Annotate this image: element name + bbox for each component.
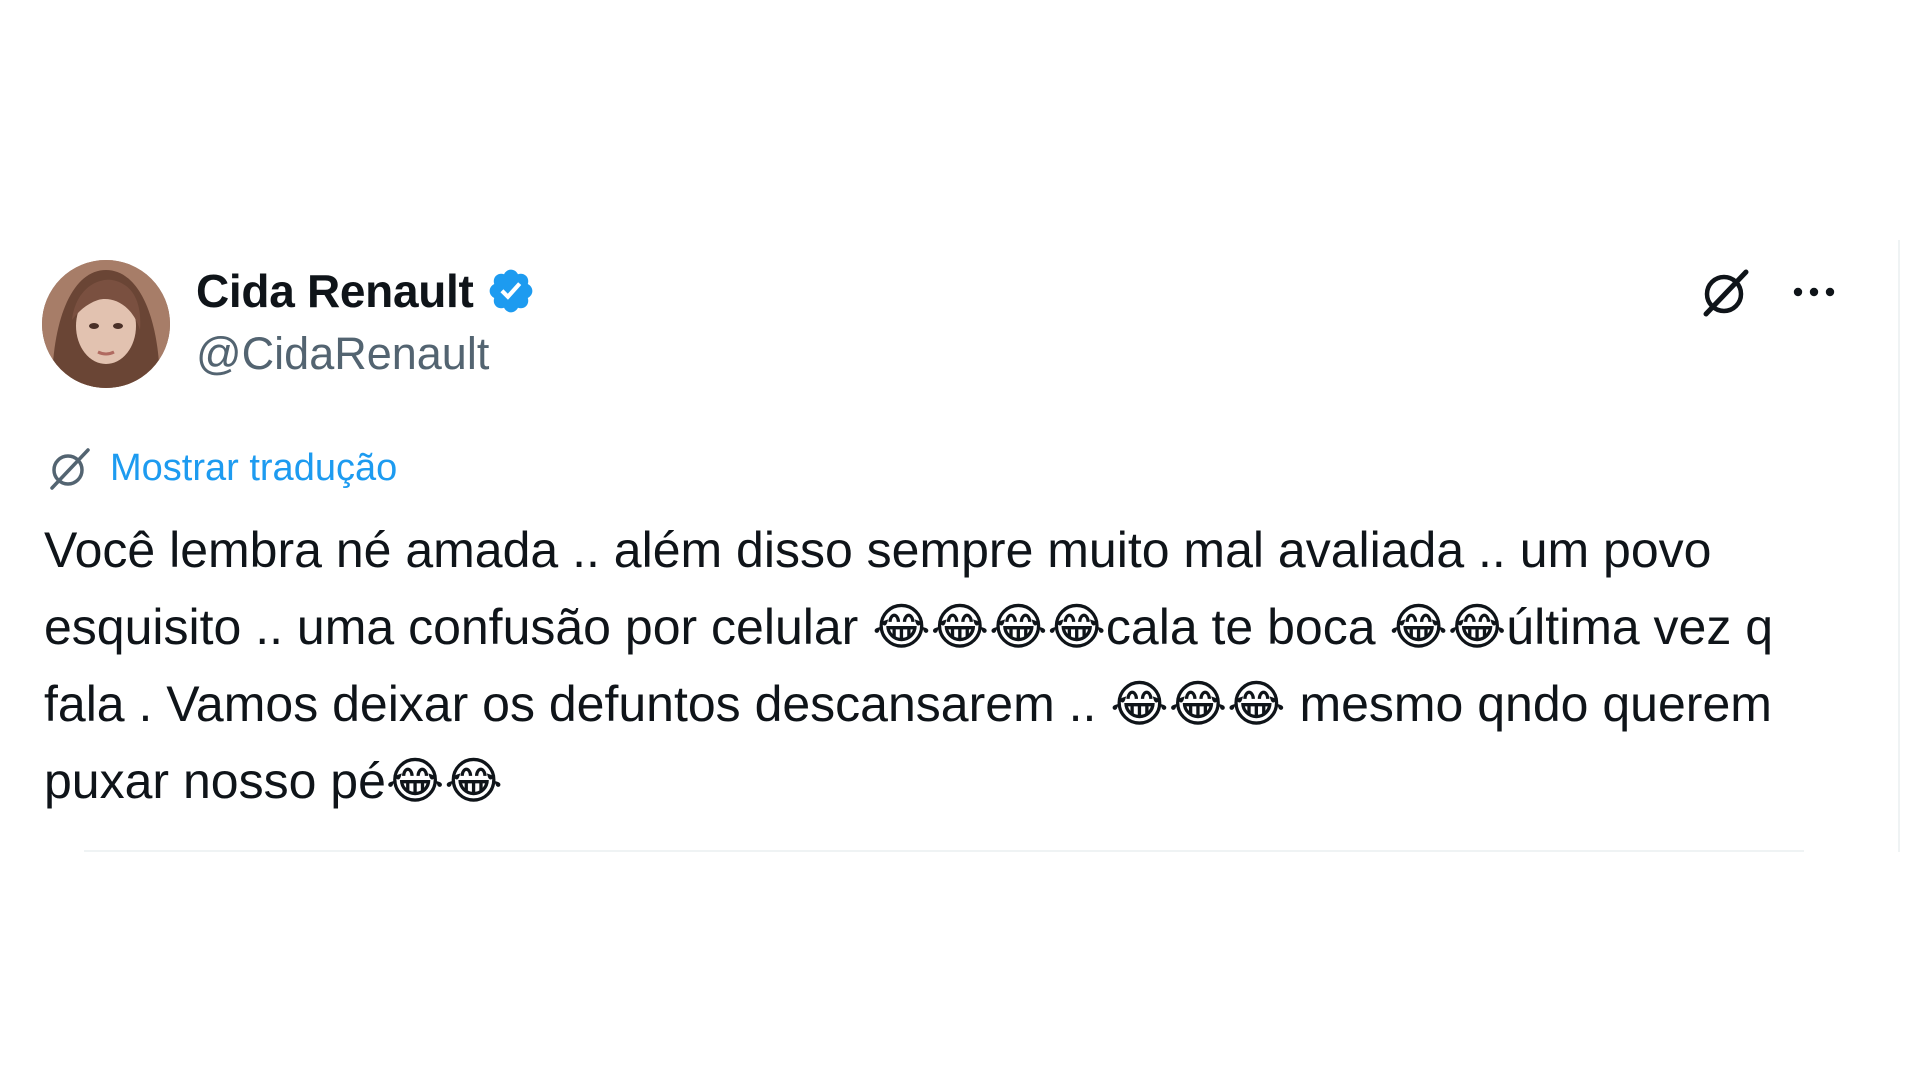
avatar-image (42, 260, 170, 388)
tweet-text: Você lembra né amada .. além disso sempr… (44, 522, 1787, 809)
translate-icon (50, 448, 90, 490)
verified-badge-icon[interactable] (486, 266, 536, 316)
tweet-top-actions (1698, 264, 1838, 320)
avatar[interactable] (42, 260, 170, 388)
author-name-row: Cida Renault (196, 264, 536, 318)
author-display-name[interactable]: Cida Renault (196, 264, 474, 318)
divider (84, 850, 1804, 852)
author-handle[interactable]: @CidaRenault (196, 328, 489, 380)
more-options-icon[interactable] (1790, 282, 1838, 302)
grok-icon[interactable] (1698, 264, 1754, 320)
show-translation-label: Mostrar tradução (110, 446, 398, 489)
tweet-card: Cida Renault @CidaRenault Mostrar traduç… (0, 240, 1900, 852)
show-translation-link[interactable]: Mostrar tradução (46, 444, 397, 492)
